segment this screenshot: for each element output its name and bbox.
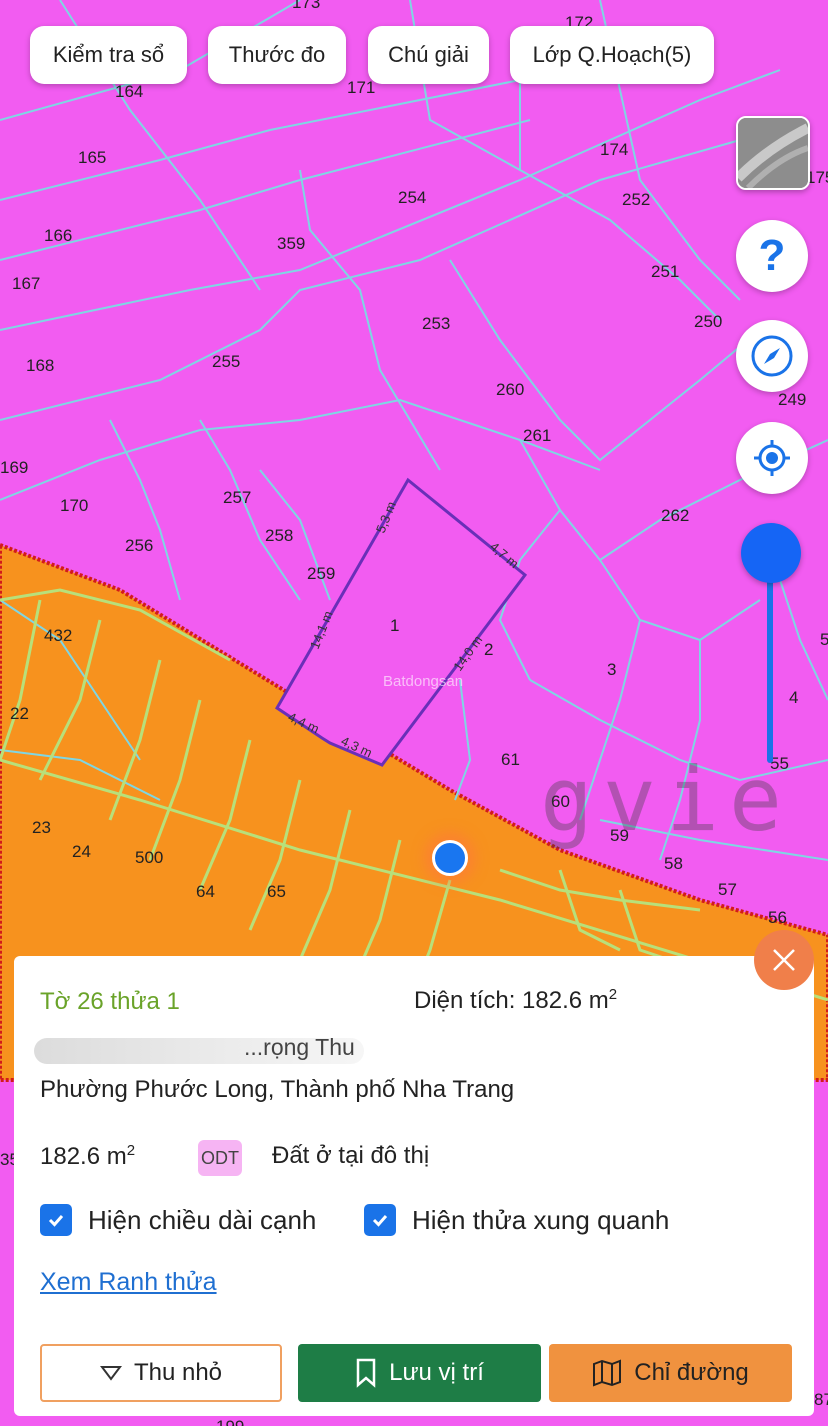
map-watermark: gvie [540, 748, 792, 851]
parcel-label: 254 [398, 188, 426, 207]
checkbox-label: Hiện chiều dài cạnh [88, 1204, 317, 1235]
parcel-label: 168 [26, 356, 54, 375]
parcel-label: 170 [60, 496, 88, 515]
parcel-label: 257 [223, 488, 251, 507]
parcel-label: 171 [347, 78, 375, 97]
ruler-button[interactable]: Thước đo [208, 26, 346, 84]
parcel-label: 253 [422, 314, 450, 333]
bookmark-icon [355, 1358, 377, 1388]
parcel-label: 166 [44, 226, 72, 245]
parcel-label: 261 [523, 426, 551, 445]
help-icon: ? [758, 231, 786, 280]
parcel-label: 262 [661, 506, 689, 525]
parcel-label: 61 [501, 750, 520, 769]
parcel-label: 259 [307, 564, 335, 583]
parcel-label: 251 [651, 262, 679, 281]
locate-button[interactable] [736, 422, 808, 494]
compass-icon [751, 335, 793, 377]
parcel-label: 57 [718, 880, 737, 899]
parcel-label: 432 [44, 626, 72, 645]
parcel-label: 249 [778, 390, 806, 409]
base-layer-toggle[interactable] [736, 116, 810, 190]
checkbox-label: Hiện thửa xung quanh [412, 1204, 670, 1235]
owner-name: ...rọng Thu [34, 1034, 364, 1066]
parcel-label: 359 [277, 234, 305, 253]
parcel-label: 256 [125, 536, 153, 555]
parcel-label: 87 [814, 1390, 828, 1409]
parcel-label: 250 [694, 312, 722, 331]
opacity-slider-track[interactable] [767, 553, 773, 763]
view-boundary-link[interactable]: Xem Ranh thửa [40, 1268, 217, 1297]
parcel-label: 174 [600, 140, 628, 159]
close-panel-button[interactable] [754, 930, 814, 990]
map-icon [592, 1359, 622, 1387]
help-button[interactable]: ? [736, 220, 808, 292]
parcel-label: 164 [115, 82, 143, 101]
directions-button[interactable]: Chỉ đường [549, 1344, 792, 1402]
check-book-button[interactable]: Kiểm tra sổ [30, 26, 187, 84]
parcel-label: 23 [32, 818, 51, 837]
show-edge-lengths-checkbox[interactable]: Hiện chiều dài cạnh [40, 1204, 316, 1236]
parcel-label: 260 [496, 380, 524, 399]
collapse-button[interactable]: Thu nhỏ [40, 1344, 282, 1402]
parcel-label: 64 [196, 882, 215, 901]
close-icon [773, 949, 795, 971]
parcel-label: 65 [267, 882, 286, 901]
planning-layer-button[interactable]: Lớp Q.Hoạch(5) [510, 26, 714, 84]
parcel-label: 500 [135, 848, 163, 867]
parcel-label: 255 [212, 352, 240, 371]
parcel-label: 56 [768, 908, 787, 927]
map-watermark-logo: Batdongsan [383, 673, 463, 690]
show-neighbors-checkbox[interactable]: Hiện thửa xung quanh [364, 1204, 669, 1236]
parcel-label: 252 [622, 190, 650, 209]
parcel-label: 5 [820, 630, 828, 649]
parcel-label: 1 [390, 616, 399, 635]
parcel-label: 173 [292, 0, 320, 12]
legend-button[interactable]: Chú giải [368, 26, 489, 84]
parcel-address: Phường Phước Long, Thành phố Nha Trang [40, 1076, 515, 1103]
parcel-label: 3 [607, 660, 616, 679]
parcel-label: 199 [216, 1417, 244, 1426]
parcel-label: 258 [265, 526, 293, 545]
parcel-label: 24 [72, 842, 91, 861]
parcel-label: 165 [78, 148, 106, 167]
satellite-thumbnail-icon [738, 118, 808, 188]
parcel-label: 167 [12, 274, 40, 293]
compass-button[interactable] [736, 320, 808, 392]
parcel-label: 4 [789, 688, 798, 707]
parcel-title: Tờ 26 thửa 1 [40, 988, 180, 1015]
opacity-slider-handle[interactable] [741, 523, 801, 583]
parcel-area: Diện tích: 182.6 m2 [414, 986, 618, 1014]
land-type: Đất ở tại đô thị [272, 1142, 430, 1169]
parcel-label: 169 [0, 458, 28, 477]
parcel-label: 22 [10, 704, 29, 723]
checkbox-checked-icon [364, 1204, 396, 1236]
parcel-area-value: 182.6 m2 [40, 1142, 136, 1170]
parcel-label: 58 [664, 854, 683, 873]
current-location-marker [432, 840, 468, 876]
parcel-info-panel: Tờ 26 thửa 1 Diện tích: 182.6 m2 ...rọng… [14, 956, 814, 1416]
land-code-badge: ODT [198, 1140, 242, 1176]
triangle-down-icon [99, 1365, 122, 1381]
locate-icon [754, 440, 790, 476]
checkbox-checked-icon [40, 1204, 72, 1236]
parcel-label: 2 [484, 640, 493, 659]
save-location-button[interactable]: Lưu vị trí [298, 1344, 541, 1402]
